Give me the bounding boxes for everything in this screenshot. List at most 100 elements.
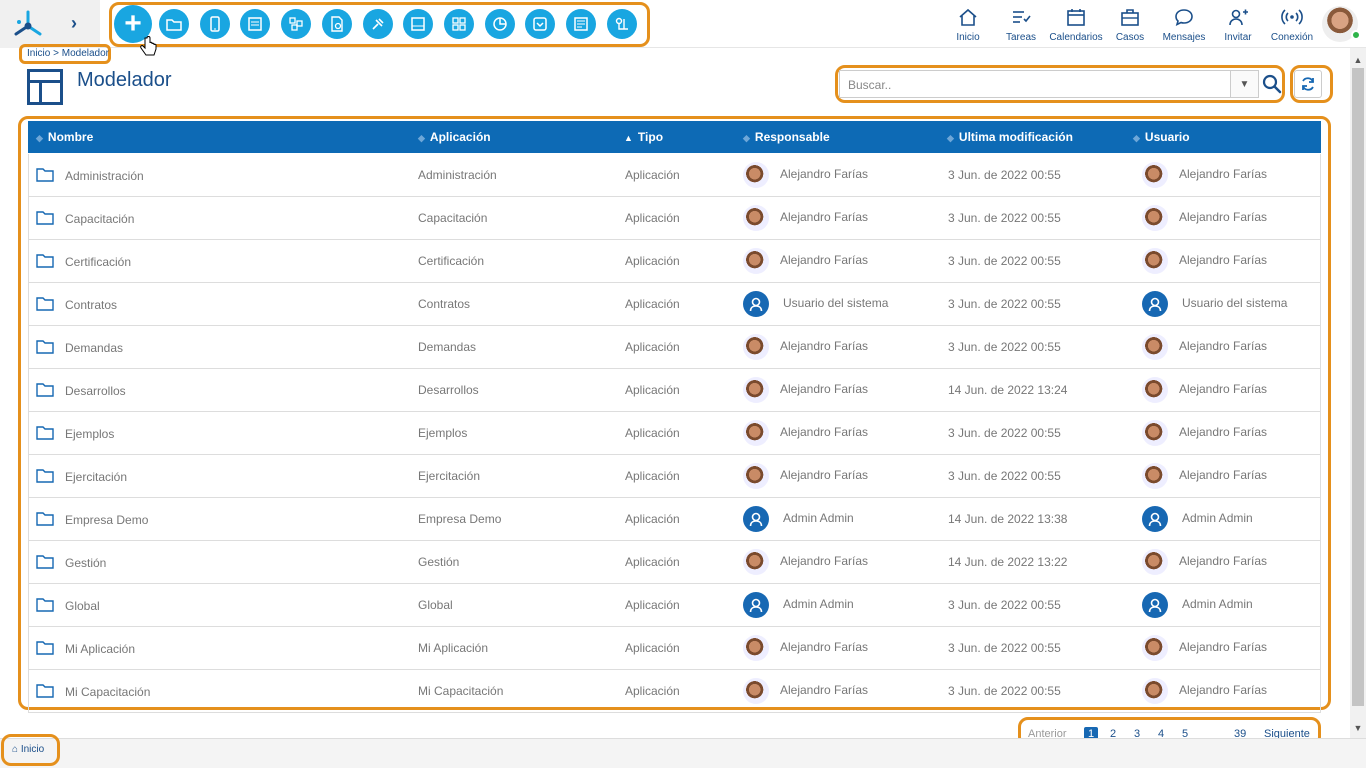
cell-usuario: Usuario del sistema — [1182, 296, 1288, 310]
sort-icon: ◆ — [947, 133, 954, 143]
table-row[interactable]: Gestión Gestión Aplicación Alejandro Farías… — [28, 541, 1321, 584]
column-header-aplicacion[interactable]: ◆ Aplicación — [418, 130, 491, 144]
cell-nombre[interactable]: Gestión — [65, 556, 106, 570]
cell-nombre[interactable]: Certificación — [65, 255, 131, 269]
nav-tasks[interactable]: Tareas — [991, 7, 1051, 43]
sort-icon: ◆ — [743, 133, 750, 143]
cell-nombre[interactable]: Global — [65, 599, 100, 613]
report-button[interactable] — [566, 9, 596, 39]
search-options-dropdown[interactable]: ▼ — [1231, 70, 1259, 98]
folder-icon — [36, 641, 54, 655]
cell-ultima-modificacion: 3 Jun. de 2022 00:55 — [948, 211, 1061, 225]
cell-nombre[interactable]: Capacitación — [65, 212, 134, 226]
search-input[interactable]: Buscar.. — [839, 70, 1231, 98]
cell-nombre[interactable]: Demandas — [65, 341, 123, 355]
cell-tipo: Aplicación — [625, 426, 680, 440]
table-row[interactable]: Empresa Demo Empresa Demo Aplicación Admin … — [28, 498, 1321, 541]
table-row[interactable]: Mi Capacitación Mi Capacitación Aplicación… — [28, 670, 1321, 713]
responsable-avatar — [743, 678, 769, 704]
scroll-up-arrow-icon[interactable]: ▲ — [1350, 52, 1366, 68]
search-icon[interactable] — [1262, 74, 1282, 94]
system-user-icon — [1148, 297, 1162, 312]
dashboard-grid-button[interactable] — [443, 9, 474, 39]
cell-usuario: Alejandro Farías — [1179, 425, 1268, 439]
scrollbar-thumb[interactable] — [1352, 68, 1364, 706]
home-tab[interactable]: ⌂ Inicio — [4, 738, 58, 762]
folder-button[interactable] — [159, 9, 189, 39]
table-row[interactable]: Ejercitación Ejercitación Aplicación Alejan… — [28, 455, 1321, 498]
cell-usuario: Alejandro Farías — [1179, 468, 1268, 482]
folder-icon — [36, 684, 54, 698]
responsable-avatar — [743, 377, 769, 403]
cell-aplicacion: Mi Capacitación — [418, 684, 504, 698]
responsable-avatar — [743, 205, 769, 231]
cell-ultima-modificacion: 3 Jun. de 2022 00:55 — [948, 684, 1061, 698]
chart-pie-icon — [492, 17, 507, 31]
table-row[interactable]: Global Global Aplicación Admin Admin 3 Jun. … — [28, 584, 1321, 627]
table-row[interactable]: Demandas Demandas Aplicación Alejandro Farí… — [28, 326, 1321, 369]
cell-responsable: Admin Admin — [783, 511, 854, 525]
cell-nombre[interactable]: Mi Capacitación — [65, 685, 150, 699]
logo-icon[interactable] — [12, 8, 44, 40]
column-header-nombre[interactable]: ◆ Nombre — [36, 130, 93, 144]
cell-nombre[interactable]: Contratos — [65, 298, 117, 312]
table-row[interactable]: Desarrollos Desarrollos Aplicación Alejandr… — [28, 369, 1321, 412]
scroll-down-arrow-icon[interactable]: ▼ — [1350, 720, 1366, 736]
table-row[interactable]: Ejemplos Ejemplos Aplicación Alejandro Farí… — [28, 412, 1321, 455]
cell-nombre[interactable]: Mi Aplicación — [65, 642, 135, 656]
hand-cursor-icon — [140, 36, 157, 56]
responsable-avatar — [743, 592, 769, 618]
invite-user-icon — [1229, 9, 1248, 26]
nav-home[interactable]: Inicio — [938, 7, 998, 43]
mobile-button[interactable] — [199, 9, 230, 39]
integration-plug-button[interactable] — [362, 9, 393, 39]
logo-area: › — [0, 0, 100, 48]
chart-pie-button[interactable] — [484, 9, 515, 39]
cell-tipo: Aplicación — [625, 512, 680, 526]
table-row[interactable]: Mi Aplicación Mi Aplicación Aplicación Alej… — [28, 627, 1321, 670]
cell-responsable: Admin Admin — [783, 597, 854, 611]
cell-usuario: Alejandro Farías — [1179, 640, 1268, 654]
cell-usuario: Alejandro Farías — [1179, 382, 1268, 396]
usuario-avatar — [1142, 291, 1168, 317]
nav-wireless[interactable]: Conexión — [1262, 7, 1322, 43]
process-button[interactable] — [606, 9, 637, 39]
nav-label: Inicio — [956, 32, 980, 43]
cell-nombre[interactable]: Ejercitación — [65, 470, 127, 484]
cell-responsable: Alejandro Farías — [780, 468, 869, 482]
cell-nombre[interactable]: Ejemplos — [65, 427, 114, 441]
table-row[interactable]: Certificación Certificación Aplicación Alej… — [28, 240, 1321, 283]
online-status-dot — [1351, 30, 1361, 40]
column-header-responsable[interactable]: ◆ Responsable — [743, 130, 830, 144]
cell-tipo: Aplicación — [625, 168, 680, 182]
system-user-icon — [749, 598, 763, 613]
nav-label: Casos — [1115, 32, 1145, 43]
nav-invite-user[interactable]: Invitar — [1208, 7, 1268, 43]
table-row[interactable]: Capacitación Capacitación Aplicación Alejan… — [28, 197, 1321, 240]
responsable-avatar — [743, 334, 769, 360]
panel-button[interactable] — [403, 9, 434, 39]
sort-icon: ◆ — [36, 133, 43, 143]
breadcrumb[interactable]: Inicio > Modelador — [27, 48, 109, 59]
cell-usuario: Alejandro Farías — [1179, 167, 1268, 181]
nav-briefcase[interactable]: Casos — [1100, 7, 1160, 43]
entities-button[interactable] — [281, 9, 312, 39]
column-header-usuario[interactable]: ◆ Usuario — [1133, 130, 1190, 144]
document-gear-button[interactable] — [321, 9, 352, 39]
refresh-button[interactable] — [1294, 70, 1322, 98]
cell-nombre[interactable]: Administración — [65, 169, 144, 183]
cell-nombre[interactable]: Empresa Demo — [65, 513, 148, 527]
refresh-icon — [1302, 77, 1314, 91]
column-header-tipo[interactable]: ▲ Tipo — [624, 130, 663, 144]
column-header-ultima-modificacion[interactable]: ◆ Ultima modificación — [947, 130, 1073, 144]
briefcase-icon — [1121, 9, 1139, 26]
folder-icon — [36, 469, 54, 483]
nav-calendar[interactable]: Calendarios — [1046, 7, 1106, 43]
expand-menu-chevron-icon[interactable]: › — [64, 12, 84, 34]
cell-nombre[interactable]: Desarrollos — [65, 384, 126, 398]
table-row[interactable]: Contratos Contratos Aplicación Usuario del … — [28, 283, 1321, 326]
panel-icon — [411, 17, 425, 31]
nav-chat[interactable]: Mensajes — [1154, 7, 1214, 43]
table-row[interactable]: Administración Administración Aplicación Al… — [28, 154, 1321, 197]
cell-usuario: Alejandro Farías — [1179, 339, 1268, 353]
